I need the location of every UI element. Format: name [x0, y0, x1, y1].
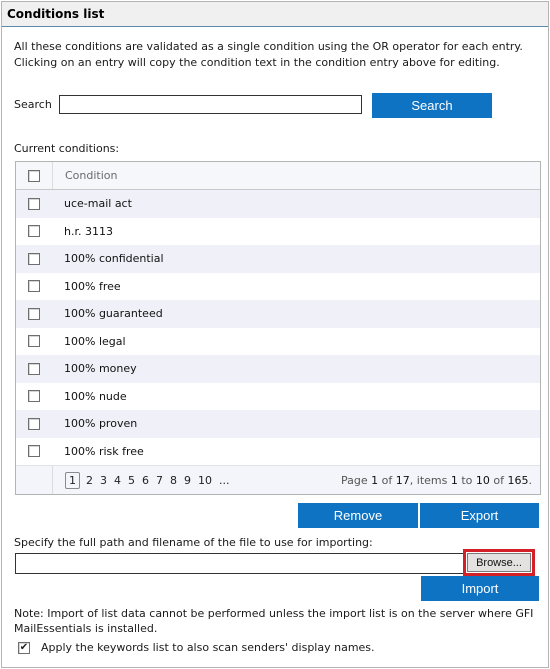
page-link[interactable]: 8 — [170, 474, 177, 487]
row-checkbox[interactable] — [28, 225, 40, 238]
page-links: 1 2 3 4 5 6 7 8 9 10... — [53, 471, 341, 489]
page-link[interactable]: 3 — [100, 474, 107, 487]
grid-header-row: Condition — [16, 162, 540, 190]
page-link[interactable]: 4 — [114, 474, 121, 487]
total-pages: 17 — [395, 473, 410, 487]
table-row[interactable]: h.r. 3113 — [16, 218, 540, 246]
import-note: Note: Import of list data cannot be perf… — [14, 607, 534, 635]
table-row[interactable]: 100% free — [16, 273, 540, 301]
table-row[interactable]: 100% guaranteed — [16, 300, 540, 328]
condition-text[interactable]: 100% nude — [52, 390, 127, 403]
table-row[interactable]: 100% money — [16, 355, 540, 383]
apply-display-names-label[interactable]: Apply the keywords list to also scan sen… — [41, 641, 375, 654]
condition-text[interactable]: 100% confidential — [52, 252, 164, 265]
row-checkbox[interactable] — [28, 417, 40, 430]
export-button[interactable]: Export — [420, 503, 539, 528]
page-link-more[interactable]: ... — [219, 474, 230, 487]
select-all-checkbox[interactable] — [28, 169, 40, 182]
row-checkbox[interactable] — [28, 335, 40, 348]
condition-text[interactable]: h.r. 3113 — [52, 225, 113, 238]
import-button[interactable]: Import — [421, 576, 539, 601]
table-row[interactable]: 100% confidential — [16, 245, 540, 273]
import-path-label: Specify the full path and filename of th… — [14, 536, 373, 549]
condition-text[interactable]: uce-mail act — [52, 197, 132, 210]
apply-display-names-option[interactable]: ✔ Apply the keywords list to also scan s… — [18, 641, 375, 654]
page-link[interactable]: 6 — [142, 474, 149, 487]
table-row[interactable]: 100% legal — [16, 328, 540, 356]
table-row[interactable]: 100% risk free — [16, 438, 540, 466]
table-row[interactable]: uce-mail act — [16, 190, 540, 218]
table-row[interactable]: 100% proven — [16, 410, 540, 438]
item-to: 10 — [475, 473, 490, 487]
search-input[interactable] — [59, 95, 362, 114]
browse-button[interactable]: Browse... — [467, 553, 531, 572]
search-button[interactable]: Search — [372, 93, 492, 118]
column-header-condition[interactable]: Condition — [53, 169, 118, 182]
row-checkbox[interactable] — [28, 390, 40, 403]
remove-button[interactable]: Remove — [298, 503, 418, 528]
page-link[interactable]: 2 — [86, 474, 93, 487]
total-items: 165 — [507, 473, 529, 487]
intro-text: All these conditions are validated as a … — [14, 39, 523, 71]
condition-text[interactable]: 100% risk free — [52, 445, 144, 458]
import-file-path-input[interactable] — [15, 553, 471, 574]
apply-display-names-checkbox[interactable]: ✔ — [18, 641, 30, 654]
panel-title: Conditions list — [2, 2, 548, 27]
item-from: 1 — [450, 473, 458, 487]
current-conditions-label: Current conditions: — [14, 142, 120, 155]
condition-text[interactable]: 100% guaranteed — [52, 307, 163, 320]
row-checkbox[interactable] — [28, 280, 40, 293]
condition-text[interactable]: 100% proven — [52, 417, 137, 430]
table-row[interactable]: 100% nude — [16, 383, 540, 411]
row-checkbox[interactable] — [28, 307, 40, 320]
page-link[interactable]: 5 — [128, 474, 135, 487]
condition-text[interactable]: 100% legal — [52, 335, 126, 348]
conditions-grid: Condition uce-mail act h.r. 3113 100% conf… — [15, 161, 541, 495]
row-checkbox[interactable] — [28, 197, 40, 210]
page-info: Page 1 of 17, items 1 to 10 of 165. — [341, 473, 532, 487]
row-checkbox[interactable] — [28, 362, 40, 375]
page-link[interactable]: 9 — [184, 474, 191, 487]
page-link[interactable]: 10 — [198, 474, 212, 487]
row-checkbox[interactable] — [28, 445, 40, 458]
browse-highlight: Browse... — [463, 549, 535, 576]
search-label: Search — [14, 98, 52, 111]
intro-line-2: Clicking on an entry will copy the condi… — [14, 56, 500, 69]
intro-line-1: All these conditions are validated as a … — [14, 40, 523, 53]
conditions-list-panel: Conditions list All these conditions are… — [1, 1, 549, 668]
pager: 1 2 3 4 5 6 7 8 9 10... Page 1 of 17, items 1 to … — [16, 465, 540, 494]
row-checkbox[interactable] — [28, 252, 40, 265]
condition-text[interactable]: 100% money — [52, 362, 137, 375]
grid-body: uce-mail act h.r. 3113 100% confidential 10… — [16, 190, 540, 465]
condition-text[interactable]: 100% free — [52, 280, 121, 293]
page-link[interactable]: 1 — [65, 471, 80, 489]
page-link[interactable]: 7 — [156, 474, 163, 487]
